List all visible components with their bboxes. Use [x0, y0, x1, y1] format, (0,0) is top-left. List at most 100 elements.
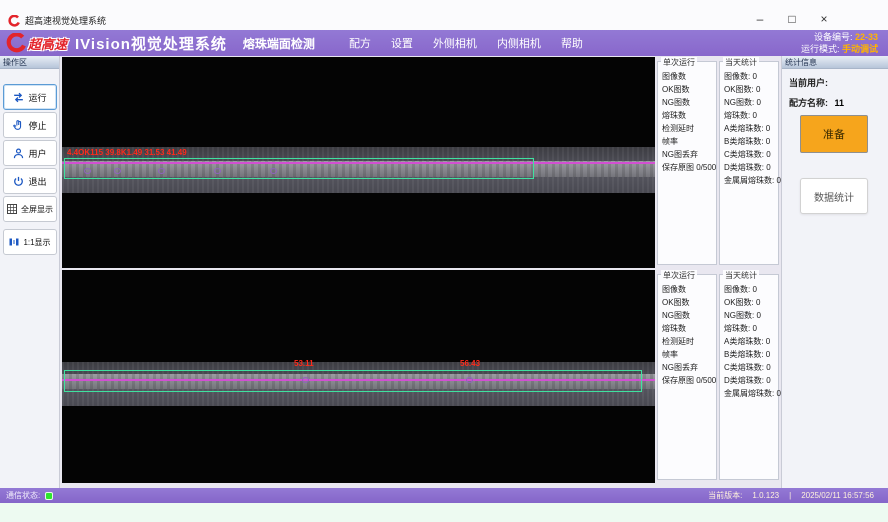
fullscreen-grid-icon [6, 203, 18, 215]
app-window: 超高速视觉处理系统 – □ × 超高速 IVision视觉处理系统 熔珠端面检测… [0, 0, 888, 522]
cycle-arrows-icon [12, 91, 25, 104]
run-mode-value: 手动调试 [842, 44, 878, 54]
stat-item: 帧率 [662, 348, 716, 361]
app-subtitle: 熔珠端面检测 [243, 35, 315, 52]
stat-item: B类熔珠数: 0 [724, 135, 778, 148]
groupbox-title: 当天统计 [723, 57, 759, 68]
window-title: 超高速视觉处理系统 [25, 14, 106, 27]
groupbox-title: 当天统计 [723, 270, 759, 281]
stat-item: D类熔珠数: 0 [724, 374, 778, 387]
detected-feature-mark [114, 168, 121, 174]
menu-item[interactable]: 帮助 [561, 35, 583, 51]
maximize-button[interactable]: □ [776, 10, 808, 28]
run-button[interactable]: 运行 [3, 84, 57, 110]
app-logo-icon [8, 15, 20, 27]
detected-feature-mark [466, 377, 473, 383]
one-to-one-button-label: 1:1显示 [23, 237, 50, 248]
statistics-info-panel: 统计信息 当前用户: 配方名称: 11 准备 数据统计 [781, 56, 888, 488]
measurement-annotation: 53.11 [294, 359, 314, 368]
groupbox-title: 单次运行 [661, 270, 697, 281]
stat-item: NG图丢弃 [662, 361, 716, 374]
hand-stop-icon [12, 119, 25, 132]
run-mode-label: 运行模式: [801, 44, 840, 54]
menu-item[interactable]: 外侧相机 [433, 35, 477, 51]
main-menu: 配方 设置 外侧相机 内侧相机 帮助 [349, 35, 583, 51]
status-separator: | [789, 491, 791, 500]
exit-button[interactable]: 退出 [3, 168, 57, 194]
stat-item: OK图数 [662, 83, 716, 96]
fullscreen-button[interactable]: 全屏显示 [3, 196, 57, 222]
red-swirl-logo-icon [6, 33, 26, 53]
close-button[interactable]: × [808, 10, 840, 28]
info-panel-title: 统计信息 [782, 56, 888, 69]
user-button-label: 用户 [28, 147, 46, 160]
detection-bounding-box [64, 370, 642, 392]
menu-item[interactable]: 设置 [391, 35, 413, 51]
stat-item: 检测延时 [662, 122, 716, 135]
measurement-annotation: 4.4OK115 39.8K1.49 31.53 41.49 [67, 148, 187, 157]
stat-item: NG图丢弃 [662, 148, 716, 161]
stat-item: 熔珠数 [662, 109, 716, 122]
status-bar: 通信状态: 当前版本: 1.0.123 | 2025/02/11 16:57:5… [0, 488, 888, 503]
menu-item[interactable]: 配方 [349, 35, 371, 51]
stat-item: 保存原图 0/500 [662, 374, 716, 387]
prepare-button[interactable]: 准备 [800, 115, 868, 153]
stat-item: NG图数 [662, 96, 716, 109]
measurement-annotation: 56.43 [460, 359, 480, 368]
inner-camera-viewport: 53.11 56.43 [62, 270, 655, 483]
stat-item: 检测延时 [662, 335, 716, 348]
stat-item: C类熔珠数: 0 [724, 361, 778, 374]
device-id-label: 设备编号: [814, 32, 853, 42]
header-status-block: 设备编号: 22-33 运行模式: 手动调试 [801, 31, 878, 55]
one-to-one-icon [8, 236, 20, 248]
user-button[interactable]: 用户 [3, 140, 57, 166]
stat-item: A类熔珠数: 0 [724, 122, 778, 135]
stat-item: NG图数: 0 [724, 96, 778, 109]
stat-item: D类熔珠数: 0 [724, 161, 778, 174]
stop-button[interactable]: 停止 [3, 112, 57, 138]
minimize-button[interactable]: – [744, 10, 776, 28]
single-run-groupbox-top: 单次运行 图像数OK图数NG图数熔珠数检测延时帧率NG图丢弃保存原图 0/500 [657, 61, 717, 265]
menu-item[interactable]: 内侧相机 [497, 35, 541, 51]
recipe-name-label: 配方名称: [789, 98, 828, 108]
detection-bounding-box [64, 158, 534, 179]
stat-item: 图像数: 0 [724, 70, 778, 83]
datetime-value: 2025/02/11 16:57:56 [801, 491, 874, 500]
version-label: 当前版本: [708, 490, 742, 501]
stat-item: 图像数 [662, 283, 716, 296]
comm-status-led-icon [45, 492, 53, 500]
stat-item: NG图数: 0 [724, 309, 778, 322]
detected-feature-mark [270, 168, 277, 174]
one-to-one-button[interactable]: 1:1显示 [3, 229, 57, 255]
stat-item: 熔珠数: 0 [724, 322, 778, 335]
detected-feature-mark [214, 168, 221, 174]
version-value: 1.0.123 [752, 491, 779, 500]
current-user-label: 当前用户: [789, 78, 828, 88]
stat-item: B类熔珠数: 0 [724, 348, 778, 361]
stat-item: 图像数 [662, 70, 716, 83]
stat-item: OK图数: 0 [724, 83, 778, 96]
stat-item: NG图数 [662, 309, 716, 322]
stop-button-label: 停止 [28, 119, 46, 132]
run-button-label: 运行 [28, 91, 46, 104]
detected-feature-mark [302, 377, 309, 383]
exit-button-label: 退出 [28, 175, 46, 188]
sidebar-title: 操作区 [0, 56, 59, 69]
app-header: 超高速 IVision视觉处理系统 熔珠端面检测 配方设置外侧相机内侧相机帮助 … [0, 30, 888, 56]
stat-item: 熔珠数: 0 [724, 109, 778, 122]
groupbox-title: 单次运行 [661, 57, 697, 68]
stat-item: 帧率 [662, 135, 716, 148]
data-statistics-button[interactable]: 数据统计 [800, 178, 868, 214]
detected-feature-mark [84, 168, 91, 174]
brand-logo-text: 超高速 [28, 34, 67, 53]
stat-item: A类熔珠数: 0 [724, 335, 778, 348]
stat-item: 金属屑熔珠数: 0 [724, 387, 778, 400]
stat-item: OK图数: 0 [724, 296, 778, 309]
device-id-value: 22-33 [855, 32, 878, 42]
stat-item: 图像数: 0 [724, 283, 778, 296]
stat-item: 保存原图 0/500 [662, 161, 716, 174]
stat-item: 金属屑熔珠数: 0 [724, 174, 778, 187]
power-icon [12, 175, 25, 188]
desktop-margin [0, 503, 888, 522]
fullscreen-button-label: 全屏显示 [21, 204, 53, 215]
